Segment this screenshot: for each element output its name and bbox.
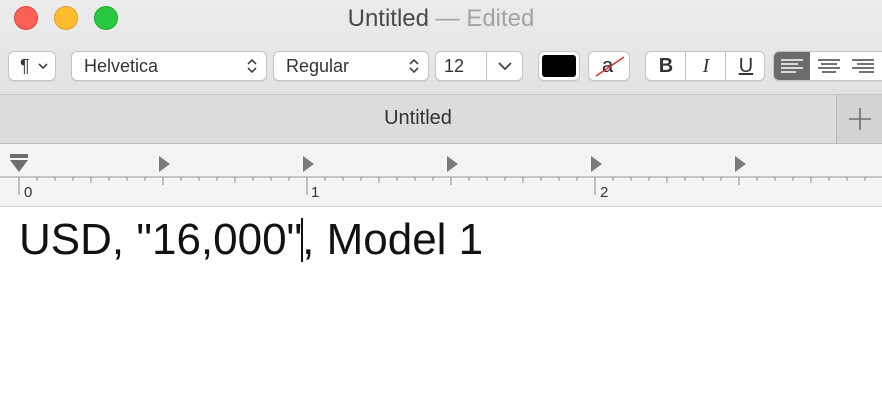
align-left-button[interactable]: [774, 52, 810, 80]
align-center-button[interactable]: [811, 52, 847, 80]
up-down-arrows-icon: [247, 58, 257, 74]
align-right-icon: [852, 59, 874, 73]
first-line-indent-marker[interactable]: [10, 154, 28, 158]
alignment-segmented-control: [773, 51, 882, 81]
chevron-down-icon: [38, 63, 48, 70]
font-style-popup[interactable]: Regular: [273, 51, 429, 81]
paragraph-styles-button[interactable]: ¶: [8, 51, 56, 81]
text-after-caret: , Model 1: [302, 215, 484, 264]
divider: [486, 52, 487, 80]
edited-status: — Edited: [428, 5, 535, 32]
text-editor-window: Untitled — Edited ¶ Helvetica Regular 12…: [0, 0, 882, 414]
font-size-value[interactable]: 12: [444, 52, 464, 80]
document-text[interactable]: USD, "16,000", Model 1: [19, 213, 483, 267]
ruler-label-1: 1: [311, 184, 320, 201]
tab-stop-marker[interactable]: [303, 156, 314, 172]
font-style-value: Regular: [286, 56, 350, 76]
left-indent-marker[interactable]: [10, 160, 28, 172]
text-color-swatch: [542, 55, 576, 77]
ruler-ticks: [0, 154, 882, 195]
document-name: Untitled: [347, 5, 429, 32]
text-color-well[interactable]: [538, 51, 580, 81]
tab-untitled[interactable]: Untitled: [0, 95, 836, 141]
up-down-arrows-icon: [409, 58, 419, 74]
tab-stop-marker[interactable]: [591, 156, 602, 172]
ruler-label-0: 0: [24, 184, 33, 201]
text-before-caret: USD, "16,000": [19, 215, 303, 264]
tab-stop-marker[interactable]: [159, 156, 170, 172]
italic-button[interactable]: I: [686, 52, 726, 80]
pilcrow-icon: ¶: [20, 56, 30, 76]
text-style-segmented-control: B I U: [645, 51, 765, 81]
background-color-well[interactable]: a: [588, 51, 630, 81]
tab-stop-marker[interactable]: [447, 156, 458, 172]
tab-stop-marker[interactable]: [735, 156, 746, 172]
font-family-value: Helvetica: [84, 56, 159, 76]
font-size-combo[interactable]: 12: [435, 51, 523, 81]
ruler-label-2: 2: [600, 184, 609, 201]
no-color-slash-icon: [595, 56, 625, 77]
title-bar: Untitled — Edited ¶ Helvetica Regular 12…: [0, 0, 882, 95]
align-right-button[interactable]: [848, 52, 882, 80]
align-center-icon: [818, 59, 840, 73]
underline-button[interactable]: U: [726, 52, 766, 80]
document-text-area[interactable]: USD, "16,000", Model 1: [0, 207, 882, 414]
plus-icon: [849, 108, 871, 130]
ruler[interactable]: 0 1 2: [0, 144, 882, 207]
tab-bar: Untitled: [0, 95, 882, 144]
font-family-popup[interactable]: Helvetica: [71, 51, 267, 81]
align-left-icon: [781, 59, 803, 73]
new-tab-button[interactable]: [836, 95, 882, 143]
window-title: Untitled — Edited: [0, 4, 882, 34]
bold-button[interactable]: B: [646, 52, 686, 80]
chevron-down-icon[interactable]: [496, 57, 514, 75]
